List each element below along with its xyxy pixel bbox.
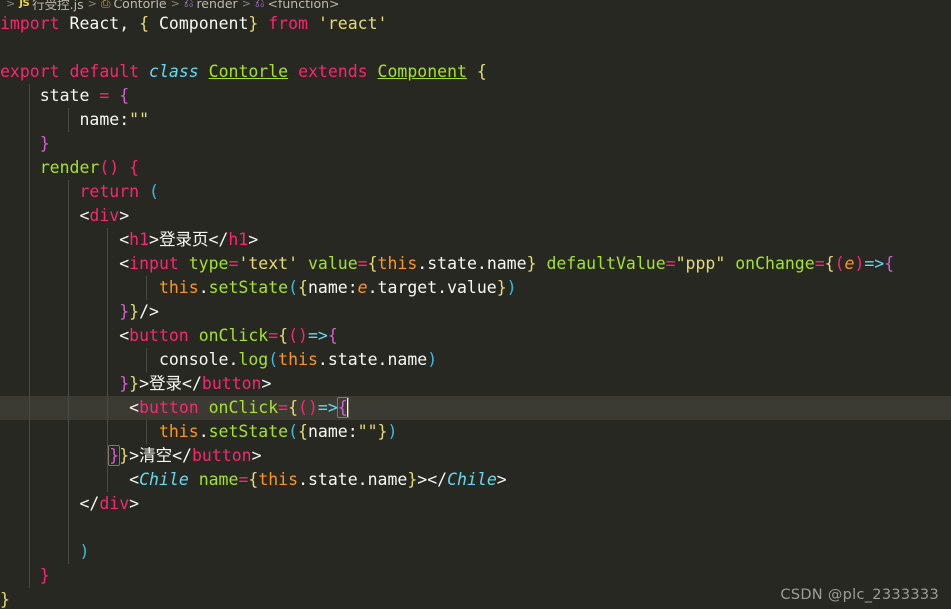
code-line[interactable]: ) xyxy=(0,540,951,564)
watermark: CSDN @plc_2333333 xyxy=(780,587,939,603)
code-line[interactable]: </div> xyxy=(0,492,951,516)
breadcrumb-label-render: render xyxy=(196,0,238,11)
code-line[interactable]: <h1>登录页</h1> xyxy=(0,228,951,252)
code-line[interactable]: <div> xyxy=(0,204,951,228)
code-line[interactable] xyxy=(0,516,951,540)
code-line[interactable] xyxy=(0,36,951,60)
code-line[interactable]: this.setState({name:""}) xyxy=(0,420,951,444)
code-line[interactable]: <button onClick={()=>{ xyxy=(0,324,951,348)
class-symbol-icon: ⎙ xyxy=(100,0,111,10)
breadcrumb-item-file[interactable]: JS 行受控.js xyxy=(19,0,83,12)
code-line[interactable]: export default class Contorle extends Co… xyxy=(0,60,951,84)
code-editor[interactable]: import React, { Component} from 'react' … xyxy=(0,12,951,609)
code-line[interactable]: render() { xyxy=(0,156,951,180)
breadcrumb-separator: > xyxy=(170,0,180,10)
code-line[interactable]: import React, { Component} from 'react' xyxy=(0,12,951,36)
breadcrumb-item-function[interactable]: ⎌ <function> xyxy=(255,0,340,11)
breadcrumb: > JS 行受控.js > ⎙ Contorle > ⎌ render > ⎌ … xyxy=(0,0,951,12)
code-line[interactable]: state = { xyxy=(0,84,951,108)
code-line[interactable]: }}>清空</button> xyxy=(0,444,951,468)
code-line[interactable]: this.setState({name:e.target.value}) xyxy=(0,276,951,300)
code-line[interactable]: }}/> xyxy=(0,300,951,324)
code-line[interactable]: <Chile name={this.state.name}></Chile> xyxy=(0,468,951,492)
code-line[interactable]: } xyxy=(0,564,951,588)
breadcrumb-label-file: 行受控.js xyxy=(32,0,84,12)
code-line[interactable]: <input type='text' value={this.state.nam… xyxy=(0,252,951,276)
code-line[interactable]: console.log(this.state.name) xyxy=(0,348,951,372)
breadcrumb-separator: > xyxy=(87,0,97,10)
code-line[interactable]: } xyxy=(0,132,951,156)
bracket-match-close: } xyxy=(108,445,121,466)
breadcrumb-item-class[interactable]: ⎙ Contorle xyxy=(101,0,167,11)
text-caret xyxy=(346,398,349,417)
code-line[interactable]: name:"" xyxy=(0,108,951,132)
code-line[interactable]: return ( xyxy=(0,180,951,204)
breadcrumb-separator: > xyxy=(241,0,251,10)
js-file-icon: JS xyxy=(19,0,30,9)
breadcrumb-label-function: <function> xyxy=(267,0,340,11)
method-symbol-icon: ⎌ xyxy=(183,0,194,10)
code-line[interactable]: }}>登录</button> xyxy=(0,372,951,396)
breadcrumb-separator: > xyxy=(6,0,16,10)
method-symbol-icon: ⎌ xyxy=(254,0,265,10)
breadcrumb-label-class: Contorle xyxy=(113,0,167,11)
code-line-current[interactable]: <button onClick={()=>{ xyxy=(0,396,951,420)
breadcrumb-item-render[interactable]: ⎌ render xyxy=(184,0,238,11)
